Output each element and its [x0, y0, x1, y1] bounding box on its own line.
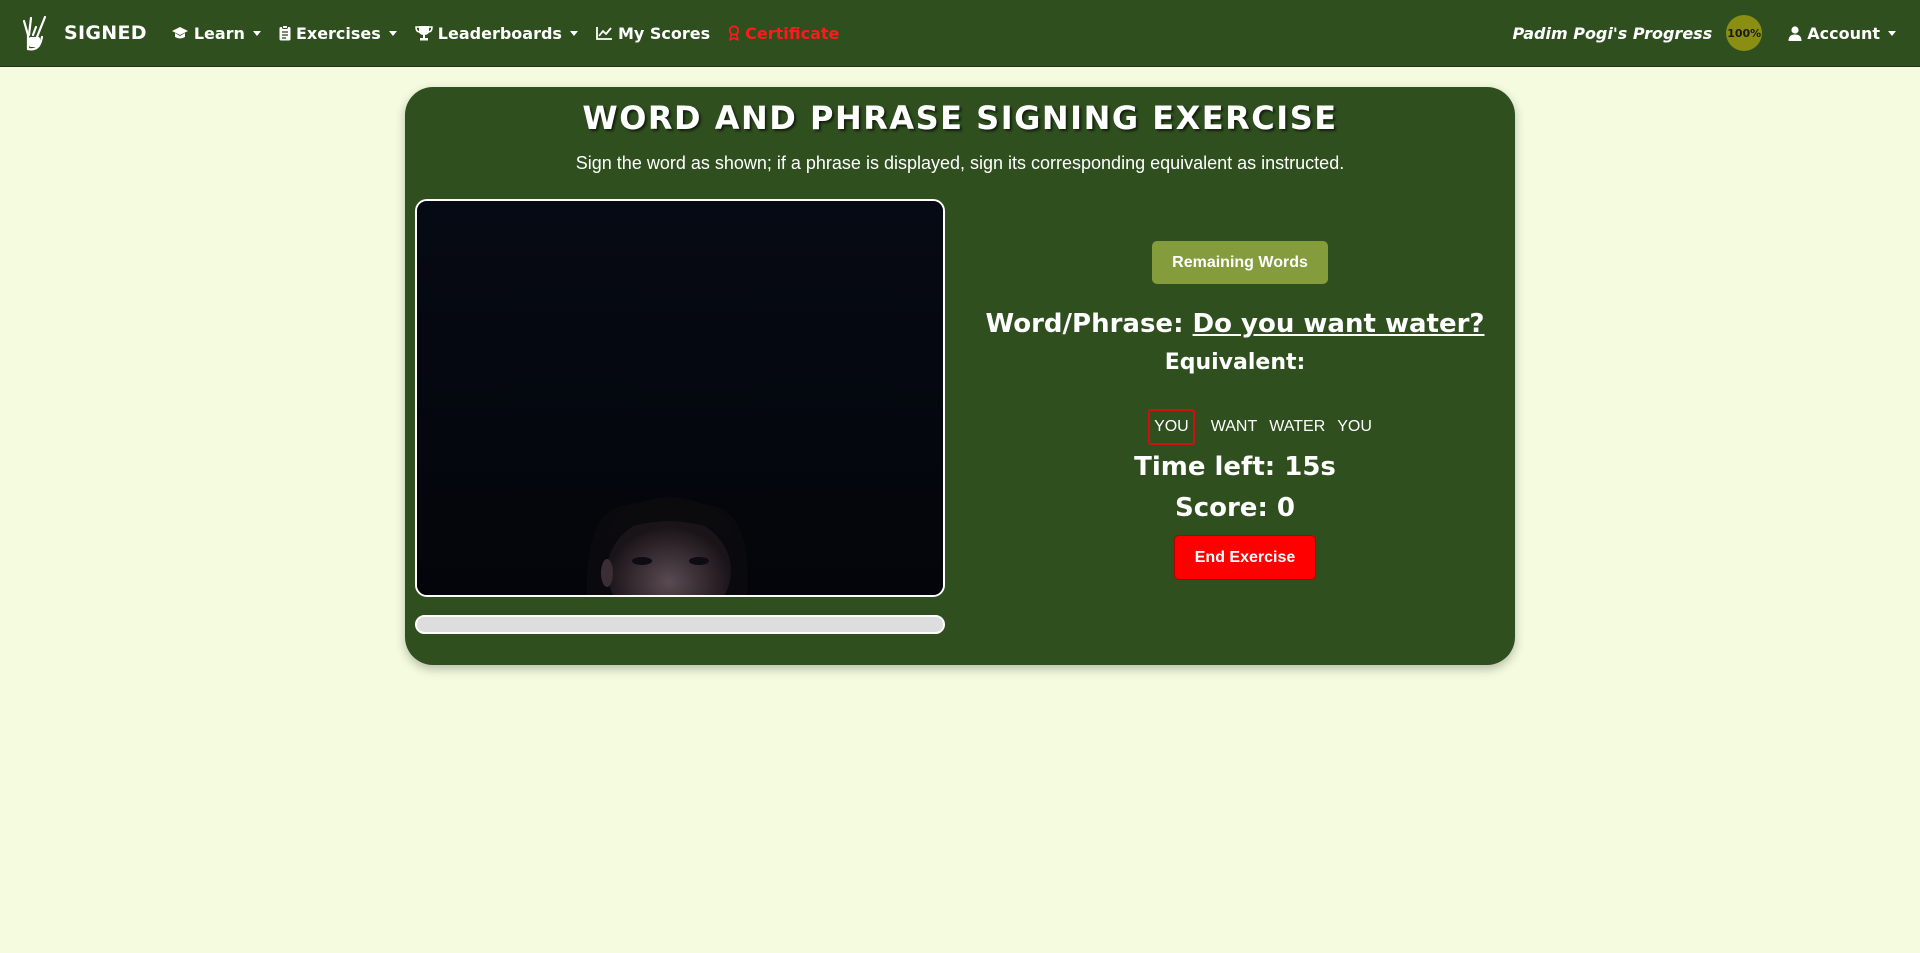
word-phrase-line: Word/Phrase: Do you want water? — [965, 309, 1505, 339]
word-phrase-value: Do you want water? — [1192, 309, 1485, 339]
nav-account[interactable]: Account — [1788, 24, 1896, 43]
chevron-down-icon — [388, 30, 397, 36]
sign-hand-logo-icon — [22, 15, 47, 51]
nav-learn[interactable]: Learn — [171, 24, 261, 43]
exercise-info-panel: Remaining Words Word/Phrase: Do you want… — [965, 199, 1505, 619]
user-progress-label: Padim Pogi's Progress — [1512, 23, 1713, 43]
equivalent-token-list: YOU WANT WATER YOU — [992, 409, 1532, 445]
nav-certificate-label: Certificate — [745, 23, 840, 43]
exercise-card: WORD AND PHRASE SIGNING EXERCISE Sign th… — [405, 87, 1515, 665]
graduation-cap-icon — [171, 26, 189, 40]
time-left-value: 15s — [1284, 452, 1336, 482]
remaining-words-button[interactable]: Remaining Words — [1152, 241, 1328, 284]
award-icon — [728, 25, 740, 41]
exercise-instructions: Sign the word as shown; if a phrase is d… — [575, 153, 1345, 173]
user-icon — [1788, 25, 1802, 41]
end-exercise-button[interactable]: End Exercise — [1174, 535, 1316, 580]
brand-name: SIGNED — [64, 22, 147, 44]
webcam-video-feed — [415, 199, 945, 597]
nav-my-scores-label: My Scores — [617, 23, 711, 43]
nav-exercises[interactable]: Exercises — [279, 24, 397, 43]
score-label: Score: — [1174, 493, 1268, 523]
time-left: Time left: 15s — [965, 452, 1505, 482]
score: Score: 0 — [965, 493, 1505, 523]
page-title: WORD AND PHRASE SIGNING EXERCISE — [582, 99, 1338, 137]
brand-link[interactable]: SIGNED — [20, 13, 147, 53]
nav-right-group: Padim Pogi's Progress 100% Account — [1513, 15, 1896, 51]
equivalent-token-active: YOU — [1148, 409, 1195, 445]
webcam-frame-image — [417, 201, 943, 595]
chevron-down-icon — [569, 30, 578, 36]
line-chart-icon — [596, 26, 613, 40]
trophy-icon — [415, 25, 433, 41]
equivalent-token: YOU — [1337, 418, 1372, 435]
chevron-down-icon — [1888, 30, 1896, 36]
progress-badge: 100% — [1726, 15, 1763, 51]
score-value: 0 — [1276, 493, 1295, 523]
clipboard-icon — [279, 25, 291, 41]
word-phrase-label: Word/Phrase: — [985, 309, 1184, 339]
top-navbar: SIGNED Learn Exercises Leaderboards My S… — [0, 0, 1920, 67]
nav-leaderboards-label: Leaderboards — [437, 23, 562, 43]
time-left-label: Time left: — [1134, 452, 1276, 482]
equivalent-token: WATER — [1269, 418, 1326, 435]
nav-exercises-label: Exercises — [295, 23, 381, 43]
equivalent-token: WANT — [1210, 418, 1258, 435]
nav-leaderboards[interactable]: Leaderboards — [415, 24, 578, 43]
nav-account-label: Account — [1807, 23, 1880, 43]
nav-certificate[interactable]: Certificate — [728, 24, 839, 43]
equivalent-label: Equivalent: — [1164, 350, 1306, 375]
recognition-progress-bar — [415, 615, 945, 634]
nav-learn-label: Learn — [193, 23, 245, 43]
chevron-down-icon — [252, 30, 261, 36]
nav-my-scores[interactable]: My Scores — [596, 24, 710, 43]
